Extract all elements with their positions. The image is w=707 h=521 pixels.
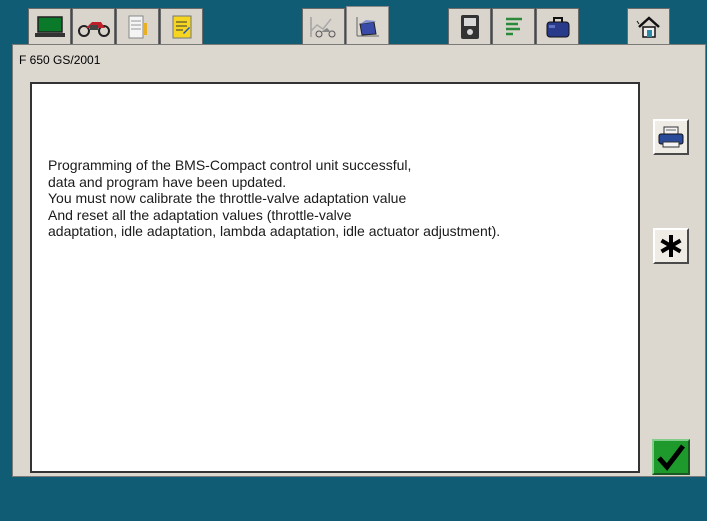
message-line: data and program have been updated. bbox=[48, 173, 287, 190]
tab-motorcycle[interactable] bbox=[72, 8, 115, 44]
message-line: You must now calibrate the throttle-valv… bbox=[48, 190, 407, 206]
tab-document-list[interactable] bbox=[116, 8, 159, 44]
message-line: Programming of the BMS-Compact control u… bbox=[48, 157, 412, 173]
bike-chart-icon bbox=[309, 16, 335, 37]
message-line: adaptation, idle adaptation, lambda adap… bbox=[48, 223, 501, 239]
notepad-icon bbox=[172, 15, 191, 38]
confirm-button[interactable] bbox=[652, 439, 690, 475]
asterisk-button[interactable] bbox=[653, 228, 689, 264]
tab-programming[interactable] bbox=[346, 6, 389, 46]
tab-bike-chart[interactable] bbox=[302, 8, 345, 44]
toolbox-icon bbox=[546, 16, 569, 37]
tab-toolbox[interactable] bbox=[536, 8, 579, 44]
tab-diagnosis-device[interactable] bbox=[448, 8, 491, 44]
tab-notepad[interactable] bbox=[160, 8, 203, 44]
motorcycle-icon bbox=[77, 21, 110, 37]
asterisk-icon bbox=[660, 235, 682, 257]
home-icon bbox=[636, 15, 660, 38]
message-area: Programming of the BMS-Compact control u… bbox=[30, 82, 640, 473]
tab-text-list[interactable] bbox=[492, 8, 535, 44]
application-frame: F 650 GS/2001 Programming of the BMS-Com… bbox=[12, 0, 706, 521]
document-list-icon bbox=[128, 15, 147, 38]
laptop-icon bbox=[34, 15, 65, 37]
checkmark-icon bbox=[657, 444, 685, 471]
vehicle-model-label: F 650 GS/2001 bbox=[19, 53, 101, 67]
diagnosis-device-icon bbox=[460, 14, 479, 39]
text-list-icon bbox=[505, 17, 522, 35]
message-line: And reset all the adaptation values (thr… bbox=[48, 206, 352, 223]
tab-bar bbox=[12, 0, 706, 46]
print-button[interactable] bbox=[653, 119, 689, 155]
programming-icon bbox=[356, 16, 379, 36]
tab-laptop[interactable] bbox=[28, 8, 71, 44]
printer-icon bbox=[658, 126, 684, 148]
main-panel: F 650 GS/2001 Programming of the BMS-Com… bbox=[12, 44, 706, 477]
tab-home[interactable] bbox=[627, 8, 670, 44]
status-bar bbox=[12, 477, 706, 521]
message-text: Programming of the BMS-Compact control u… bbox=[48, 157, 628, 240]
